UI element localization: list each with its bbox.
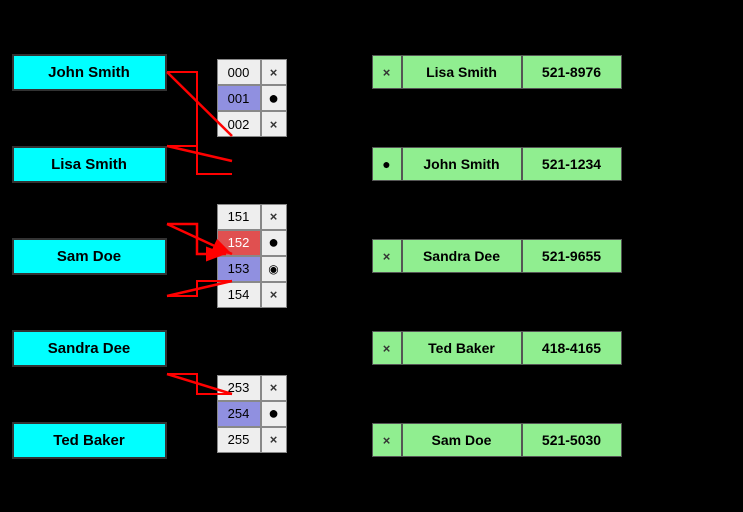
x-icon-154: × (270, 287, 278, 302)
dot-icon-result-john: ● (382, 156, 390, 172)
bucket-num-152: 152 (217, 230, 261, 256)
result-icon-sam-doe: × (372, 423, 402, 457)
x-icon-000: × (270, 65, 278, 80)
person-name-john-smith: John Smith (48, 64, 130, 81)
bucket-row-255: 255 × (217, 427, 287, 453)
bucket-num-253: 253 (217, 375, 261, 401)
result-sandra-dee: × Sandra Dee 521-9655 (372, 239, 632, 273)
result-name-ted-baker: Ted Baker (402, 331, 522, 365)
result-phone-john-smith: 521-1234 (522, 147, 622, 181)
person-box-lisa-smith: Lisa Smith (12, 146, 167, 183)
bucket-row-001: 001 ● (217, 85, 287, 111)
person-name-sam-doe: Sam Doe (57, 248, 121, 265)
bucket-group-000: 000 × 001 ● 002 × (192, 59, 312, 137)
bucket-num-002: 002 (217, 111, 261, 137)
layout: John Smith Lisa Smith Sam Doe Sandra Dee… (12, 26, 732, 486)
person-box-sam-doe: Sam Doe (12, 238, 167, 275)
result-phone-text-ted-baker: 418-4165 (542, 340, 601, 356)
result-name-text-ted-baker: Ted Baker (428, 340, 495, 356)
result-phone-sandra-dee: 521-9655 (522, 239, 622, 273)
dot-icon-254: ● (268, 403, 279, 424)
x-icon-result-lisa: × (383, 65, 391, 80)
bucket-row-152: 152 ● (217, 230, 287, 256)
bucket-num-000: 000 (217, 59, 261, 85)
result-ted-baker: × Ted Baker 418-4165 (372, 331, 632, 365)
person-box-sandra-dee: Sandra Dee (12, 330, 167, 367)
bucket-row-153: 153 ◉ (217, 256, 287, 282)
x-icon-255: × (270, 432, 278, 447)
bucket-icon-255: × (261, 427, 287, 453)
bucket-group-151: 151 × 152 ● 153 ◉ 154 × (192, 204, 312, 308)
main-container: John Smith Lisa Smith Sam Doe Sandra Dee… (0, 0, 743, 512)
result-icon-lisa-smith: × (372, 55, 402, 89)
bucket-icon-154: × (261, 282, 287, 308)
result-phone-text-lisa-smith: 521-8976 (542, 64, 601, 80)
person-box-ted-baker: Ted Baker (12, 422, 167, 459)
left-col: John Smith Lisa Smith Sam Doe Sandra Dee… (12, 26, 172, 486)
x-icon-151: × (270, 209, 278, 224)
bucket-row-253: 253 × (217, 375, 287, 401)
bucket-num-255: 255 (217, 427, 261, 453)
result-name-sandra-dee: Sandra Dee (402, 239, 522, 273)
bucket-row-151: 151 × (217, 204, 287, 230)
result-phone-text-john-smith: 521-1234 (542, 156, 601, 172)
bucket-icon-153: ◉ (261, 256, 287, 282)
x-icon-result-ted: × (383, 341, 391, 356)
result-name-lisa-smith: Lisa Smith (402, 55, 522, 89)
bucket-group-253: 253 × 254 ● 255 × (192, 375, 312, 453)
result-phone-text-sam-doe: 521-5030 (542, 432, 601, 448)
result-sam-doe: × Sam Doe 521-5030 (372, 423, 632, 457)
bucket-icon-000: × (261, 59, 287, 85)
bucket-num-254: 254 (217, 401, 261, 427)
bucket-icon-151: × (261, 204, 287, 230)
bucket-row-000: 000 × (217, 59, 287, 85)
result-lisa-smith: × Lisa Smith 521-8976 (372, 55, 632, 89)
x-icon-result-sandra: × (383, 249, 391, 264)
bucket-num-154: 154 (217, 282, 261, 308)
result-name-sam-doe: Sam Doe (402, 423, 522, 457)
result-icon-sandra-dee: × (372, 239, 402, 273)
dot-icon-152: ● (268, 232, 279, 253)
person-name-ted-baker: Ted Baker (53, 432, 124, 449)
result-icon-john-smith: ● (372, 147, 402, 181)
dot-icon-001: ● (268, 88, 279, 109)
person-name-sandra-dee: Sandra Dee (48, 340, 131, 357)
dot-small-icon-153: ◉ (268, 262, 278, 276)
bucket-num-153: 153 (217, 256, 261, 282)
right-col: × Lisa Smith 521-8976 ● John Smith 521-1… (372, 26, 632, 486)
result-name-text-lisa-smith: Lisa Smith (426, 64, 497, 80)
result-phone-text-sandra-dee: 521-9655 (542, 248, 601, 264)
person-box-john-smith: John Smith (12, 54, 167, 91)
bucket-row-254: 254 ● (217, 401, 287, 427)
bucket-icon-254: ● (261, 401, 287, 427)
person-name-lisa-smith: Lisa Smith (51, 156, 127, 173)
result-phone-ted-baker: 418-4165 (522, 331, 622, 365)
result-icon-ted-baker: × (372, 331, 402, 365)
bucket-num-001: 001 (217, 85, 261, 111)
result-phone-lisa-smith: 521-8976 (522, 55, 622, 89)
x-icon-result-sam: × (383, 433, 391, 448)
result-name-text-sam-doe: Sam Doe (432, 432, 492, 448)
x-icon-253: × (270, 380, 278, 395)
bucket-icon-002: × (261, 111, 287, 137)
result-name-john-smith: John Smith (402, 147, 522, 181)
bucket-icon-001: ● (261, 85, 287, 111)
result-name-text-sandra-dee: Sandra Dee (423, 248, 500, 264)
x-icon-002: × (270, 117, 278, 132)
bucket-row-154: 154 × (217, 282, 287, 308)
result-john-smith: ● John Smith 521-1234 (372, 147, 632, 181)
bucket-num-151: 151 (217, 204, 261, 230)
bucket-icon-253: × (261, 375, 287, 401)
result-name-text-john-smith: John Smith (423, 156, 499, 172)
bucket-icon-152: ● (261, 230, 287, 256)
middle-col: 000 × 001 ● 002 × 151 × 15 (192, 26, 312, 486)
bucket-row-002: 002 × (217, 111, 287, 137)
result-phone-sam-doe: 521-5030 (522, 423, 622, 457)
